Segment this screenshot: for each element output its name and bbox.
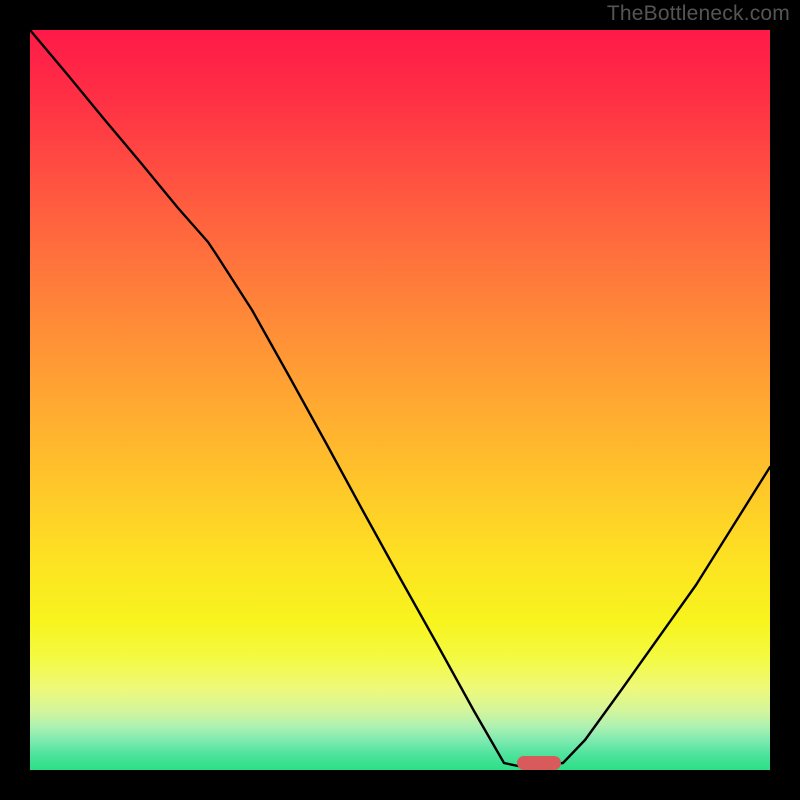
watermark-text: TheBottleneck.com [607, 2, 790, 26]
gradient-plot-area [30, 30, 770, 770]
chart-frame: TheBottleneck.com [0, 0, 800, 800]
optimal-point-marker [517, 756, 561, 770]
curve-path [30, 30, 770, 766]
bottleneck-curve [30, 30, 770, 770]
